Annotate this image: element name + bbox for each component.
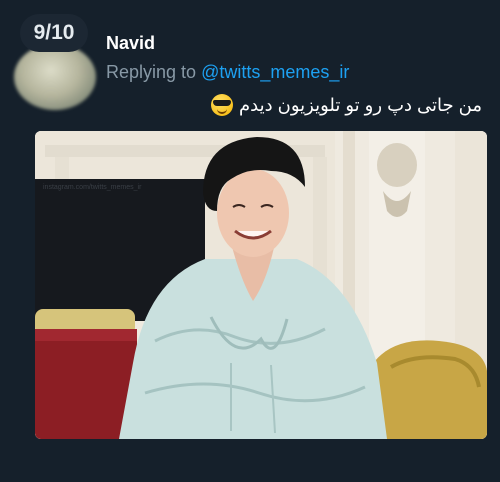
replying-to-line: Replying to @twitts_memes_ir [106,62,349,83]
sunglasses-emoji-icon [211,94,234,116]
author-name[interactable]: Navid [106,33,155,54]
tweet-card: 9/10 Navid Replying to @twitts_memes_ir … [0,0,500,482]
meme-photo-illustration: instagram.com/twitts_memes_ir [35,131,487,439]
watermark-text: instagram.com/twitts_memes_ir [43,184,142,191]
tweet-text: من جاتی دپ رو تو تلویزیون دیدم [211,94,482,116]
replying-prefix: Replying to [106,62,197,82]
tweet-image[interactable]: instagram.com/twitts_memes_ir [35,131,487,439]
thread-counter-badge: 9/10 [20,14,88,52]
replying-handle-link[interactable]: @twitts_memes_ir [201,62,349,82]
tweet-body: من جاتی دپ رو تو تلویزیون دیدم [239,94,482,115]
avatar[interactable] [14,44,96,110]
